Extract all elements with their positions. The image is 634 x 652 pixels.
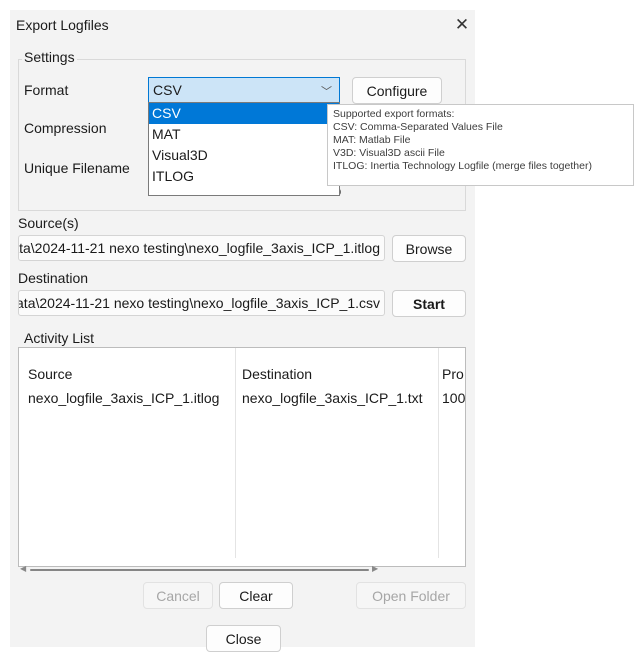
source-label: Source(s): [18, 215, 79, 231]
format-option-itlog[interactable]: ITLOG: [149, 166, 339, 187]
activity-list[interactable]: Source Destination Pro nexo_logfile_3axi…: [18, 347, 466, 567]
horizontal-scrollbar[interactable]: ◀ ▶: [20, 564, 466, 576]
title-bar: Export Logfiles ✕: [10, 10, 475, 40]
activity-list-group-label: Activity List: [22, 330, 97, 346]
column-separator[interactable]: [235, 348, 236, 558]
start-button[interactable]: Start: [392, 290, 466, 317]
close-icon[interactable]: ✕: [450, 13, 474, 37]
format-combobox[interactable]: CSV ﹀: [148, 77, 340, 103]
tooltip-line: ITLOG: Inertia Technology Logfile (merge…: [333, 160, 592, 172]
destination-path-field[interactable]: C:\Users\data\2024-11-21 nexo testing\ne…: [18, 290, 385, 316]
format-option-mat[interactable]: MAT: [149, 124, 339, 145]
configure-button[interactable]: Configure: [352, 77, 442, 104]
cancel-button[interactable]: Cancel: [143, 582, 213, 609]
destination-label: Destination: [18, 270, 89, 286]
column-header-destination[interactable]: Destination: [242, 366, 312, 382]
tooltip-line: Supported export formats:: [333, 108, 455, 120]
format-option-csv[interactable]: CSV: [149, 103, 339, 124]
format-option-visual3d[interactable]: Visual3D: [149, 145, 339, 166]
column-header-progress[interactable]: Pro: [442, 366, 464, 382]
scrollbar-thumb[interactable]: [30, 569, 369, 571]
source-path-value: C:\Users\data\2024-11-21 nexo testing\ne…: [19, 240, 380, 256]
column-header-source[interactable]: Source: [28, 366, 72, 382]
clear-button[interactable]: Clear: [219, 582, 293, 609]
format-dropdown-list: CSV MAT Visual3D ITLOG: [148, 102, 340, 196]
close-button[interactable]: Close: [206, 625, 281, 652]
window-title: Export Logfiles: [16, 17, 109, 33]
compression-label: Compression: [24, 120, 107, 136]
format-label: Format: [24, 82, 69, 98]
source-path-field[interactable]: C:\Users\data\2024-11-21 nexo testing\ne…: [18, 235, 385, 261]
tooltip-line: CSV: Comma-Separated Values File: [333, 121, 503, 133]
row-source-cell: nexo_logfile_3axis_ICP_1.itlog: [28, 390, 220, 406]
open-folder-button[interactable]: Open Folder: [356, 582, 466, 609]
tooltip-line: MAT: Matlab File: [333, 134, 411, 146]
tooltip-line: V3D: Visual3D ascii File: [333, 147, 445, 159]
chevron-down-icon[interactable]: ﹀: [321, 83, 332, 99]
scroll-left-icon[interactable]: ◀: [20, 564, 26, 573]
format-combobox-value: CSV: [153, 82, 182, 98]
scroll-right-icon[interactable]: ▶: [372, 564, 378, 573]
destination-path-value: C:\Users\data\2024-11-21 nexo testing\ne…: [19, 295, 380, 311]
format-tooltip: Supported export formats: CSV: Comma-Sep…: [327, 104, 634, 186]
browse-button[interactable]: Browse: [392, 235, 466, 262]
row-destination-cell: nexo_logfile_3axis_ICP_1.txt: [242, 390, 423, 406]
settings-group-label: Settings: [22, 49, 77, 65]
row-progress-cell: 100: [442, 390, 466, 406]
unique-filename-label: Unique Filename: [24, 160, 130, 176]
column-separator[interactable]: [438, 348, 439, 558]
